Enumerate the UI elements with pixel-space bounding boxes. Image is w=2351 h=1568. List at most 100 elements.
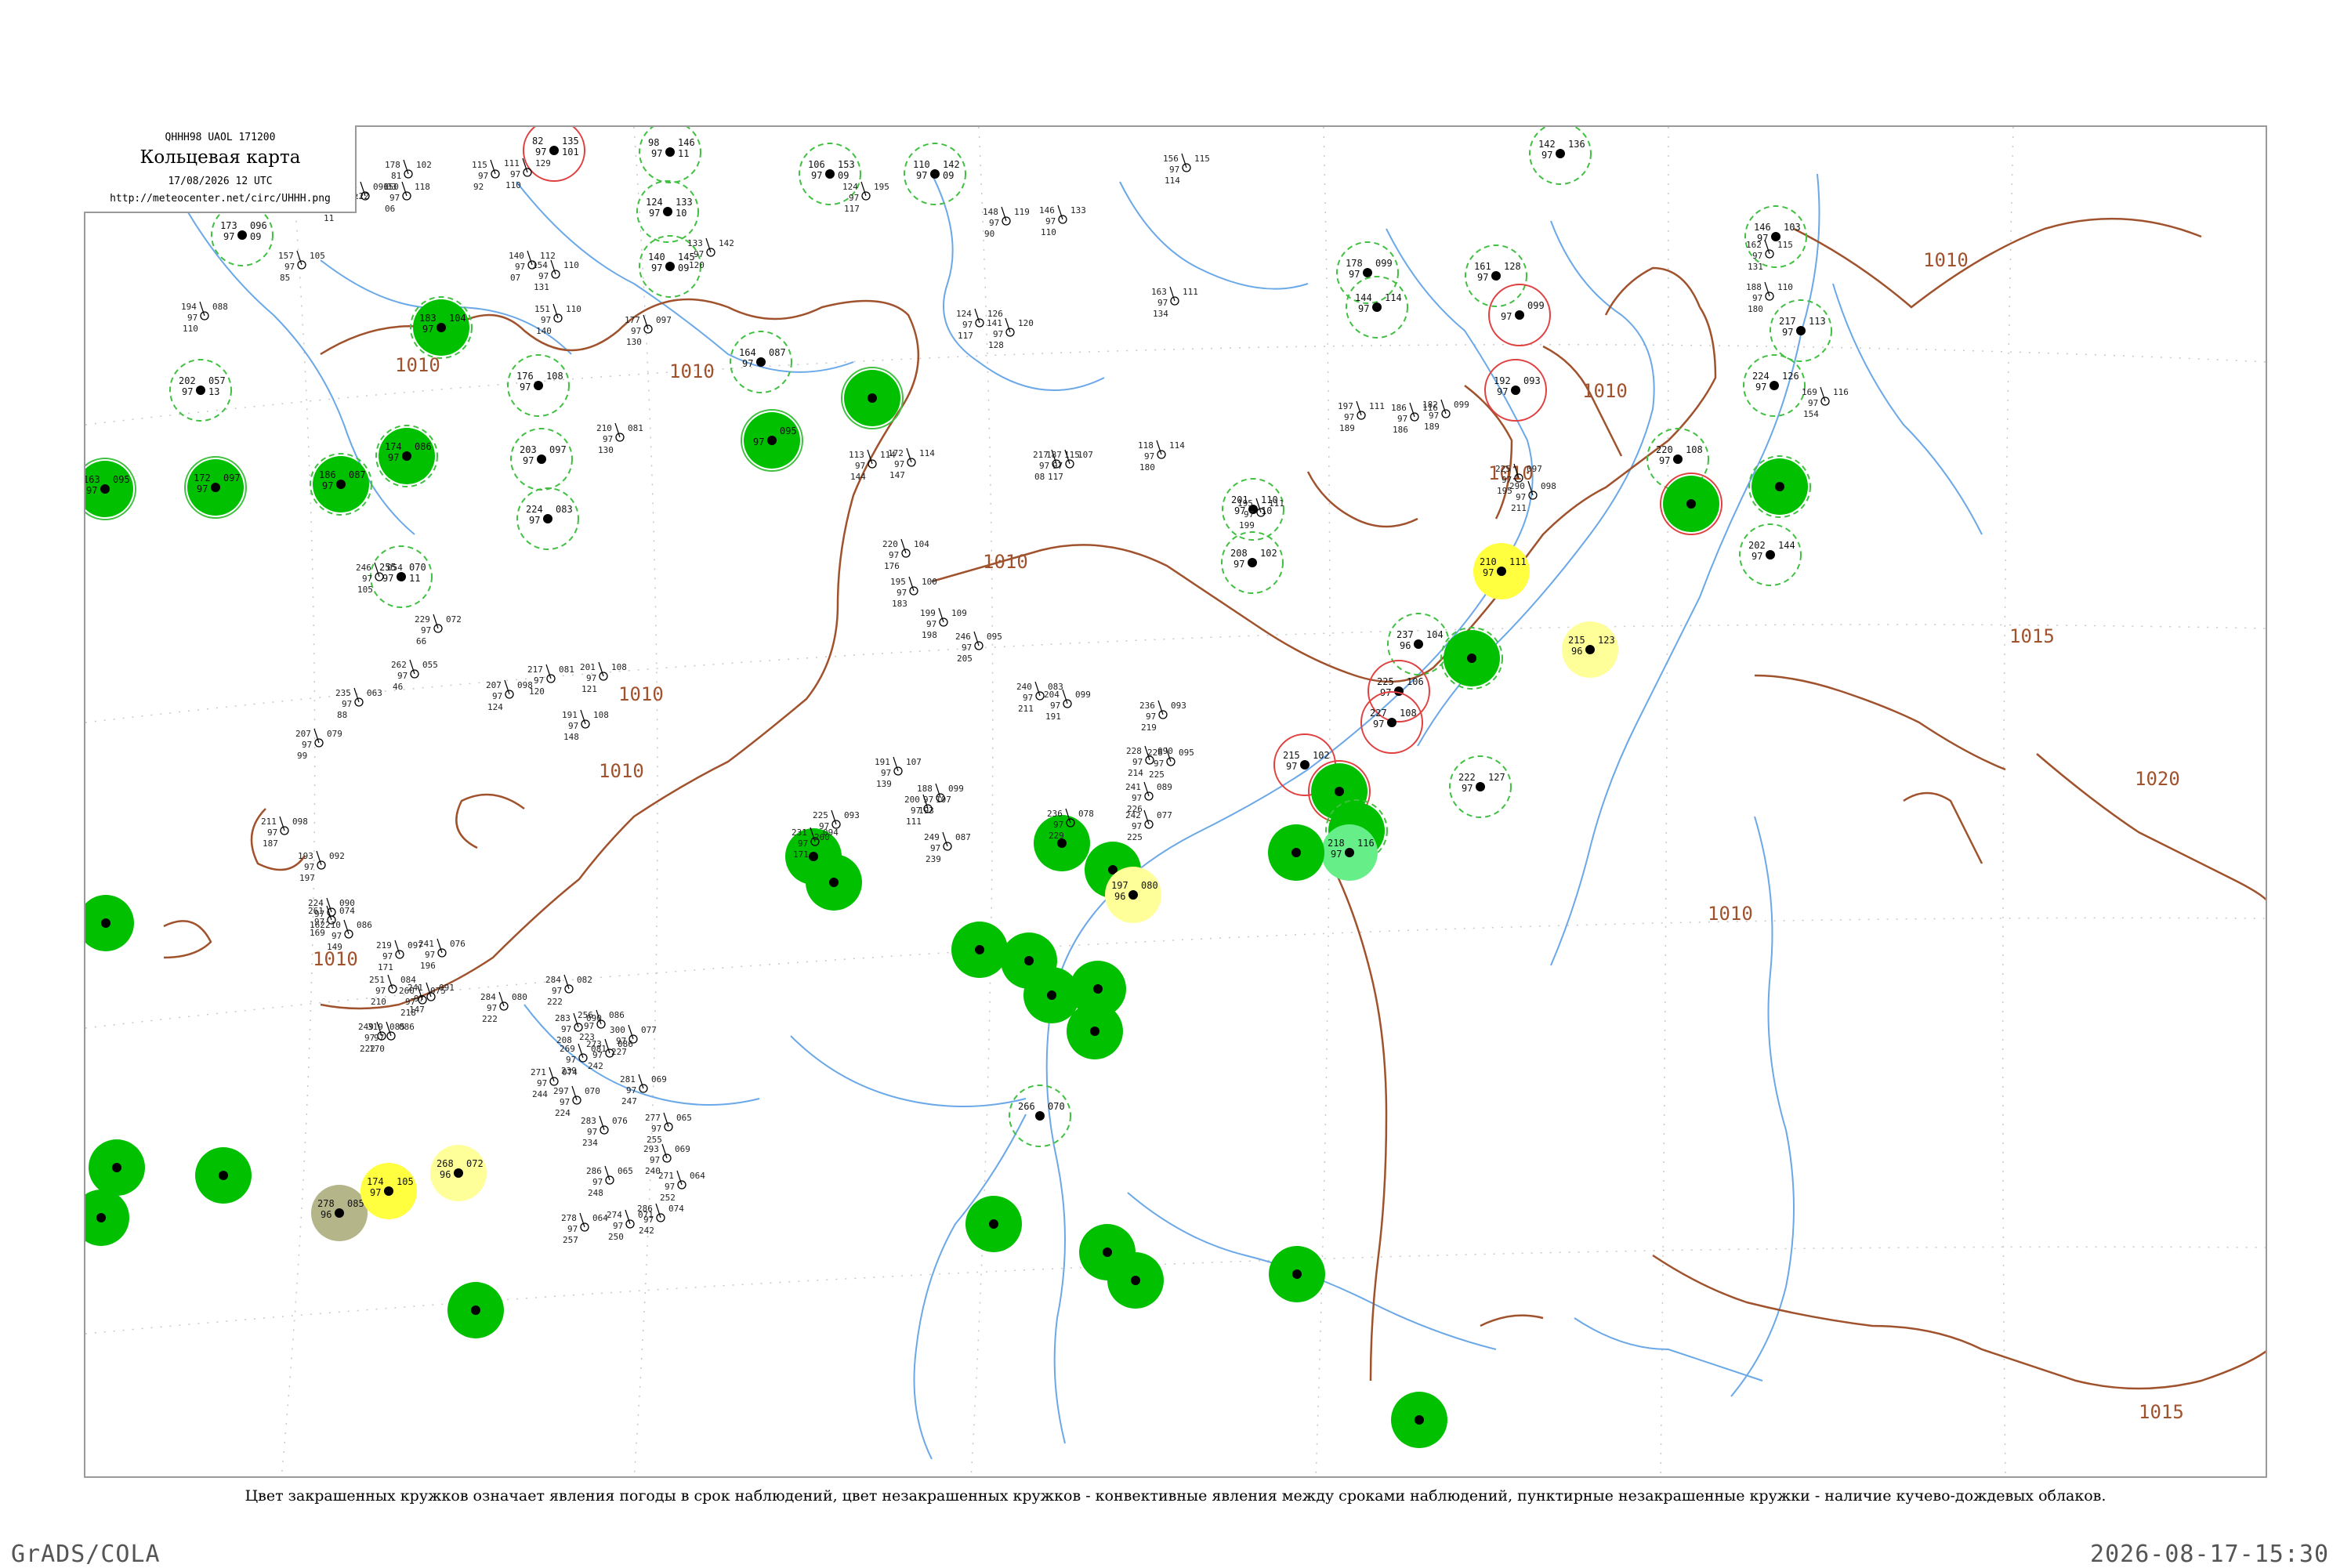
station-plot[interactable]: 146 133 97110 [1039,205,1086,237]
station-plot[interactable]: 277 06597255 [645,1112,692,1145]
source-url[interactable]: http://meteocenter.net/circ/UHHH.png [84,193,357,205]
station-plot[interactable]: 97 099 [1488,284,1551,346]
station-plot[interactable]: 271 064 97252 [658,1170,705,1203]
station-plot[interactable]: 1159792 [472,159,500,192]
station-plot[interactable] [1660,473,1722,535]
station-plot[interactable]: 20297 144 [1739,523,1802,586]
station-plot[interactable]: 195 100 97183 [890,576,937,609]
station-plot[interactable]: 27896 085 [311,1185,368,1241]
station-plot[interactable] [951,922,1008,978]
station-plot[interactable]: 219 09797171 [376,940,423,972]
station-plot[interactable]: 97 095 [741,409,803,472]
station-plot[interactable] [1269,1246,1325,1302]
station-plot[interactable]: 286 074 97242 [637,1203,684,1236]
station-plot[interactable]: 8297 135101 [523,127,585,182]
station-plot[interactable] [806,854,862,911]
station-plot[interactable]: 20897 102 [1221,531,1284,594]
station-plot[interactable]: 262 055 9746 [391,659,438,692]
station-plot[interactable]: 300 077 97227 [610,1024,657,1057]
station-plot[interactable]: 124 195 97117 [842,181,889,214]
station-plot[interactable] [85,895,134,951]
map-area[interactable]: 1010 1010 1010 1010 1010 1010 1010 1010 … [84,125,2267,1478]
station-plot[interactable]: 284 082 97222 [545,974,592,1007]
station-plot[interactable]: 211 098 97187 [261,816,308,849]
station-plot[interactable]: 193 092 97197 [298,850,345,883]
station-plot[interactable]: 278 064 97257 [561,1212,608,1245]
station-plot[interactable]: 22297 127 [1449,755,1512,818]
station-plot[interactable] [1107,1252,1164,1309]
station-plot[interactable]: 22497 126 [1743,354,1806,417]
station-plot[interactable]: 162 115 97131 [1746,239,1793,272]
station-plot[interactable]: 182 099 97189 [1422,399,1469,432]
station-plot[interactable]: 191 108 97148 [562,709,609,742]
station-plot[interactable]: 284 080 97222 [480,991,527,1024]
station-plot[interactable] [965,1196,1022,1252]
station-plot[interactable]: 9897 14611 [639,127,701,183]
station-plot[interactable]: 242 077 97225 [1125,809,1172,842]
station-plot[interactable]: 191 107 97139 [875,756,922,789]
station-plot[interactable] [1440,627,1503,690]
station-plot[interactable]: 23796 104 [1387,613,1450,675]
station-plot[interactable]: 21596 123 [1562,621,1618,678]
station-plot[interactable]: 177 097 97130 [625,314,672,347]
station-plot[interactable]: 266 070 [1009,1085,1071,1147]
station-plot[interactable]: 17497 105 [360,1163,417,1219]
station-plot[interactable]: 17397 09609 [211,204,273,266]
station-plot[interactable] [841,367,904,429]
station-plot[interactable]: 236 093 97219 [1139,700,1186,733]
station-plot[interactable]: 16397 095 [85,458,136,520]
station-plot[interactable]: 157 105 9785 [278,250,325,283]
station-plot[interactable]: 12497 13310 [636,180,699,243]
station-plot[interactable]: 172 114 97147 [888,447,935,480]
station-plot[interactable]: 150 118 9706 [383,181,430,214]
station-plot[interactable]: 194 088 97110 [181,301,228,334]
station-plot[interactable]: 133 142 97120 [687,237,734,270]
station-plot[interactable]: 11097 14209 [904,143,966,205]
station-plot[interactable]: 151 110 97140 [534,303,581,336]
station-plot[interactable]: 20297 05713 [169,359,232,422]
station-plot[interactable] [195,1147,252,1204]
station-plot[interactable]: 220 104 97176 [882,538,929,571]
station-plot[interactable]: 17697 108 [507,354,570,417]
station-plot[interactable]: 21897 116 [1321,824,1378,881]
station-plot[interactable]: 111 129 97110 [504,158,551,190]
station-plot[interactable]: 18697 087 [310,453,372,516]
station-plot[interactable]: 17497 086 [375,425,438,487]
station-plot[interactable]: 16497 087 [730,331,792,393]
station-plot[interactable]: 249 087 97239 [924,831,971,864]
station-plot[interactable]: 21097 111 [1473,543,1530,599]
station-plot[interactable]: 14497 114 [1346,276,1408,339]
station-plot[interactable]: 286 065 97248 [586,1165,633,1198]
station-plot[interactable]: 241 076 97196 [418,938,465,971]
station-plot[interactable] [1067,1003,1123,1059]
station-plot[interactable]: 17297 097 [184,456,247,519]
station-plot[interactable]: 26896 072 [430,1145,487,1201]
station-plot[interactable] [89,1139,145,1196]
station-plot[interactable]: 235 063 9788 [335,687,382,720]
station-plot[interactable] [447,1282,504,1338]
station-plot[interactable]: 163 111 97134 [1151,286,1198,319]
station-plot[interactable]: 19297 093 [1484,359,1547,422]
station-plot[interactable]: 210 081 97130 [596,422,643,455]
station-plot[interactable]: 229 072 9766 [415,614,462,646]
station-plot[interactable]: 118 114 97180 [1138,440,1185,473]
station-plot[interactable]: 169 116 97154 [1802,386,1849,419]
station-plot[interactable]: 141 120 97128 [987,317,1034,350]
station-plot[interactable]: 188 110 97180 [1746,281,1793,314]
station-plot[interactable]: 148 119 9790 [983,206,1030,239]
station-plot[interactable]: 20397 097 [510,428,573,491]
station-plot[interactable]: 297 070 97224 [553,1085,600,1118]
station-plot[interactable]: 21797 113 [1770,299,1832,362]
station-plot[interactable]: 283 076 97234 [581,1115,628,1148]
station-plot[interactable]: 2559707011 [370,545,433,608]
station-plot[interactable] [1268,824,1324,881]
station-plot[interactable] [1391,1392,1447,1448]
station-plot[interactable]: 197 111 97189 [1338,400,1385,433]
station-plot[interactable]: 22497 083 [516,487,579,550]
station-plot[interactable]: 14297 136 [1529,127,1592,185]
station-plot[interactable]: 207 079 9799 [295,728,342,761]
station-plot[interactable] [85,1190,129,1246]
station-plot[interactable]: 210 086 97149 [325,919,372,952]
station-plot[interactable]: 156 115 97114 [1163,153,1210,186]
station-plot[interactable]: 207 098 97124 [486,679,533,712]
